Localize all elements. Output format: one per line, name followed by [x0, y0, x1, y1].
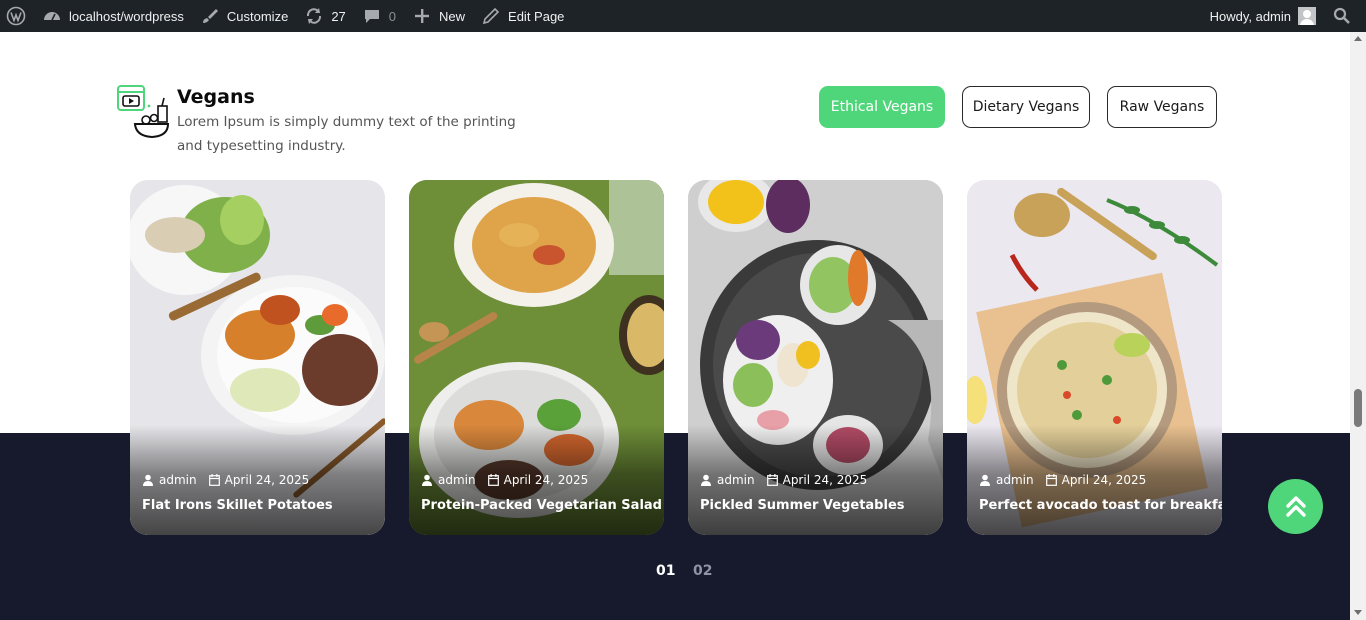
author-link[interactable]: admin	[421, 473, 476, 487]
date-link[interactable]: April 24, 2025	[1045, 473, 1147, 487]
page-link-2[interactable]: 02	[693, 563, 712, 579]
author-link[interactable]: admin	[979, 473, 1034, 487]
card-title[interactable]: Perfect avocado toast for breakfast	[979, 498, 1222, 513]
author-name: admin	[438, 473, 476, 487]
user-icon	[143, 474, 153, 486]
customize-label: Customize	[226, 8, 289, 24]
new-content-link[interactable]: New	[404, 0, 473, 32]
avatar	[1298, 7, 1316, 25]
back-to-top-button[interactable]	[1268, 479, 1323, 534]
edit-page-label: Edit Page	[508, 8, 565, 24]
post-date: April 24, 2025	[1061, 473, 1147, 487]
tab-raw-vegans[interactable]: Raw Vegans	[1107, 86, 1217, 128]
post-date: April 24, 2025	[782, 473, 868, 487]
page-link-1[interactable]: 01	[656, 563, 675, 579]
new-label: New	[439, 8, 466, 24]
card-meta: admin April 24, 2025	[421, 473, 588, 487]
author-link[interactable]: admin	[142, 473, 197, 487]
post-date: April 24, 2025	[224, 473, 310, 487]
double-chevron-up-icon	[1285, 495, 1306, 517]
comment-icon	[364, 10, 379, 23]
pencil-icon	[482, 7, 500, 25]
tab-ethical-vegans[interactable]: Ethical Vegans	[819, 86, 945, 128]
customize-link[interactable]: Customize	[192, 0, 296, 32]
howdy-label: Howdy, admin	[1209, 8, 1291, 24]
scroll-thumb[interactable]	[1354, 389, 1362, 427]
card-meta: admin April 24, 2025	[142, 473, 309, 487]
comments-count: 0	[388, 8, 397, 24]
author-name: admin	[996, 473, 1034, 487]
edit-page-link[interactable]: Edit Page	[473, 0, 572, 32]
calendar-icon	[766, 474, 778, 486]
vegan-meal-icon	[117, 85, 170, 139]
updates-icon	[307, 8, 322, 24]
author-link[interactable]: admin	[700, 473, 755, 487]
card-title[interactable]: Pickled Summer Vegetables	[700, 498, 905, 513]
author-name: admin	[717, 473, 755, 487]
calendar-icon	[1045, 474, 1057, 486]
date-link[interactable]: April 24, 2025	[487, 473, 589, 487]
user-icon	[422, 474, 432, 486]
brush-icon	[202, 9, 218, 23]
site-name: localhost/wordpress	[69, 8, 184, 24]
date-link[interactable]: April 24, 2025	[766, 473, 868, 487]
calendar-icon	[487, 474, 499, 486]
comments-link[interactable]: 0	[354, 0, 404, 32]
scroll-down-arrow[interactable]	[1354, 610, 1362, 615]
recipe-card[interactable]: admin April 24, 2025 Pickled Summer Vege…	[688, 180, 943, 535]
updates-count: 27	[331, 8, 346, 24]
site-name-link[interactable]: localhost/wordpress	[34, 0, 192, 32]
section-title: Vegans	[177, 86, 255, 108]
scroll-up-arrow[interactable]	[1354, 36, 1362, 41]
recipe-card[interactable]: admin April 24, 2025 Protein-Packed Vege…	[409, 180, 664, 535]
post-date: April 24, 2025	[503, 473, 589, 487]
user-icon	[701, 474, 711, 486]
search-button[interactable]	[1324, 0, 1366, 32]
recipe-card[interactable]: admin April 24, 2025 Flat Irons Skillet …	[130, 180, 385, 535]
section-description: Lorem Ipsum is simply dummy text of the …	[177, 114, 516, 154]
card-title[interactable]: Flat Irons Skillet Potatoes	[142, 498, 333, 513]
admin-bar: localhost/wordpress Customize 27 0 New E…	[0, 0, 1366, 32]
plus-icon	[415, 9, 430, 23]
user-icon	[980, 474, 990, 486]
tab-dietary-vegans[interactable]: Dietary Vegans	[962, 86, 1090, 128]
recipe-card[interactable]: admin April 24, 2025 Perfect avocado toa…	[967, 180, 1222, 535]
wordpress-logo-button[interactable]	[0, 0, 34, 32]
search-icon	[1333, 7, 1350, 24]
wordpress-icon	[6, 6, 26, 26]
page-scrollbar[interactable]	[1350, 32, 1366, 620]
card-meta: admin April 24, 2025	[979, 473, 1146, 487]
updates-link[interactable]: 27	[296, 0, 353, 32]
my-account-link[interactable]: Howdy, admin	[1202, 0, 1324, 32]
card-meta: admin April 24, 2025	[700, 473, 867, 487]
calendar-icon	[208, 474, 220, 486]
card-title[interactable]: Protein-Packed Vegetarian Salad	[421, 498, 662, 513]
author-name: admin	[159, 473, 197, 487]
date-link[interactable]: April 24, 2025	[208, 473, 310, 487]
dashboard-icon	[44, 12, 60, 21]
